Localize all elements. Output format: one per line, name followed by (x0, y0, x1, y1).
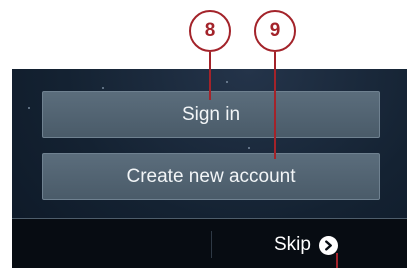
sign-in-button[interactable]: Sign in (42, 91, 380, 138)
callout-9-number: 9 (269, 20, 281, 41)
skip-callout-leader (336, 253, 338, 268)
skip-label: Skip (274, 234, 311, 255)
chevron-right-circle-icon (318, 235, 338, 255)
skip-button[interactable]: Skip (274, 231, 338, 259)
background-star (102, 87, 104, 89)
bottom-bar (12, 219, 407, 268)
background-star (226, 81, 228, 83)
background-star (28, 107, 30, 109)
callout-8-number: 8 (204, 20, 216, 41)
sign-in-label: Sign in (181, 103, 241, 125)
callout-9: 9 (254, 10, 296, 52)
callout-8: 8 (189, 10, 231, 52)
bottom-bar-separator (211, 231, 212, 258)
create-account-label: Create new account (126, 165, 296, 187)
create-account-button[interactable]: Create new account (42, 153, 380, 200)
callout-9-leader (274, 52, 276, 159)
background-star (248, 147, 250, 149)
callout-8-leader (209, 52, 211, 100)
